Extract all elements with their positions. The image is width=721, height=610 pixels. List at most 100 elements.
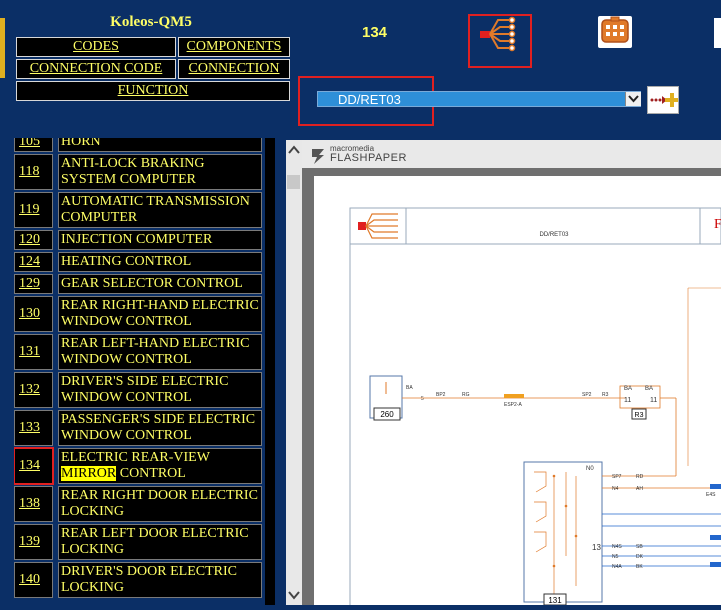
list-item-label-line: REAR LEFT-HAND ELECTRIC [61,336,250,351]
list-item-label-line: LOCKING [61,504,124,519]
list-item-label: DRIVER'S DOOR ELECTRIC LOCKING [58,562,262,598]
connector-r3-label: R3 [635,412,644,419]
list-item-label-line: MIRROR CONTROL [61,466,186,481]
list-item-label: HORN [58,138,262,152]
list-item[interactable]: 132 DRIVER'S SIDE ELECTRIC WINDOW CONTROL [14,372,264,408]
page-code: DD/RET03 [539,232,569,238]
list-item[interactable]: 124 HEATING CONTROL [14,252,264,272]
list-item-label-line: LOCKING [61,580,124,595]
list-item-number-link[interactable]: 119 [14,192,53,228]
svg-text:N4S: N4S [612,544,622,550]
extra-toolbar-button-edge [714,18,721,48]
svg-text:SP2: SP2 [582,392,592,398]
list-item[interactable]: 105 HORN [14,138,264,152]
connection-code-button[interactable]: CONNECTION CODE [16,59,176,79]
list-item-number-link[interactable]: 105 [14,138,53,152]
viewer-scrollbar[interactable] [286,140,303,605]
list-item-label: HEATING CONTROL [58,252,262,272]
svg-text:BK: BK [636,564,643,570]
svg-text:SB: SB [636,544,643,550]
svg-text:RG: RG [462,392,470,398]
scroll-up-icon[interactable] [286,140,302,160]
search-highlight: MIRROR [61,466,117,481]
list-item-label-line: REAR RIGHT-HAND ELECTRIC [61,298,259,313]
list-item-number-link[interactable]: 120 [14,230,53,250]
wiring-diagram: DD/RET03 F 260 BA 5 BP2 RG ESP2-A SP2 R3… [349,207,721,606]
scroll-down-icon[interactable] [286,585,302,605]
list-item[interactable]: 138 REAR RIGHT DOOR ELECTRIC LOCKING [14,486,264,522]
svg-text:N4: N4 [612,486,619,492]
list-item-label: REAR LEFT-HAND ELECTRIC WINDOW CONTROL [58,334,262,370]
list-item[interactable]: 118 ANTI-LOCK BRAKING SYSTEM COMPUTER [14,154,264,190]
list-item-label: GEAR SELECTOR CONTROL [58,274,262,294]
diagram-page-select[interactable]: DD/RET03 [317,91,641,107]
function-button[interactable]: FUNCTION [16,81,290,101]
svg-text:AH: AH [636,486,643,492]
list-item-number-link[interactable]: 133 [14,410,53,446]
svg-text:5: 5 [421,396,424,402]
connection-button[interactable]: CONNECTION [178,59,290,79]
list-item-label: ELECTRIC REAR-VIEW MIRROR CONTROL [58,448,262,484]
list-item-label-line: WINDOW CONTROL [61,352,192,367]
list-item-label-line: DRIVER'S SIDE ELECTRIC [61,374,229,389]
flashpaper-logo: macromedia FLASHPAPER [312,145,407,164]
list-item-label: PASSENGER'S SIDE ELECTRIC WINDOW CONTROL [58,410,262,446]
list-item-number-link[interactable]: 138 [14,486,53,522]
list-item-number-link[interactable]: 118 [14,154,53,190]
svg-text:BA: BA [624,386,632,392]
scroll-thumb[interactable] [287,175,300,189]
list-item[interactable]: 134 ELECTRIC REAR-VIEW MIRROR CONTROL [14,447,264,485]
page-corner-letter: F [714,217,721,232]
list-item-label: REAR RIGHT-HAND ELECTRIC WINDOW CONTROL [58,296,262,332]
component-260-label: 260 [380,410,394,419]
list-item[interactable]: 139 REAR LEFT DOOR ELECTRIC LOCKING [14,524,264,560]
list-item-label-line: WINDOW CONTROL [61,314,192,329]
list-item[interactable]: 140 DRIVER'S DOOR ELECTRIC LOCKING [14,562,264,598]
list-item-label-line: REAR RIGHT DOOR ELECTRIC [61,488,258,503]
list-item-label-line: COMPUTER [61,210,138,225]
connector-icon [601,16,629,43]
svg-text:N0: N0 [586,466,594,472]
svg-text:BA: BA [645,386,653,392]
list-item[interactable]: 130 REAR RIGHT-HAND ELECTRIC WINDOW CONTRO… [14,296,264,332]
list-item-label: DRIVER'S SIDE ELECTRIC WINDOW CONTROL [58,372,262,408]
list-item-label: REAR LEFT DOOR ELECTRIC LOCKING [58,524,262,560]
list-item-label: INJECTION COMPUTER [58,230,262,250]
svg-text:11: 11 [624,397,631,404]
svg-text:BP2: BP2 [436,392,446,398]
list-item-number-link[interactable]: 129 [14,274,53,294]
svg-text:SP7: SP7 [612,474,622,480]
list-item[interactable]: 133 PASSENGER'S SIDE ELECTRIC WINDOW CONTR… [14,410,264,446]
list-item-number-link[interactable]: 132 [14,372,53,408]
wiring-diagram-icon[interactable] [478,16,518,52]
list-item-number-link[interactable]: 140 [14,562,53,598]
list-item-label-line: REAR LEFT DOOR ELECTRIC [61,526,249,541]
list-item-number-link[interactable]: 124 [14,252,53,272]
svg-text:BA: BA [406,385,413,391]
list-item-label-line: ANTI-LOCK BRAKING [61,156,205,171]
list-item-label-line: SYSTEM COMPUTER [61,172,196,187]
flashpaper-icon [312,149,324,164]
codes-button[interactable]: CODES [16,37,176,57]
list-item-number-link[interactable]: 139 [14,524,53,560]
list-item[interactable]: 129 GEAR SELECTOR CONTROL [14,274,264,294]
list-item[interactable]: 120 INJECTION COMPUTER [14,230,264,250]
components-button[interactable]: COMPONENTS [178,37,290,57]
connector-view-button[interactable] [598,16,632,48]
list-item-number-link[interactable]: 131 [14,334,53,370]
list-item[interactable]: 119 AUTOMATIC TRANSMISSION COMPUTER [14,192,264,228]
list-item-label: AUTOMATIC TRANSMISSION COMPUTER [58,192,262,228]
add-to-list-button[interactable] [647,86,679,114]
svg-text:13: 13 [592,543,601,552]
chevron-down-icon[interactable] [625,92,641,106]
list-item-number-link[interactable]: 134 [14,447,54,485]
svg-text:E4S: E4S [706,492,716,498]
list-item[interactable]: 131 REAR LEFT-HAND ELECTRIC WINDOW CONTROL [14,334,264,370]
arrow-plus-icon [650,93,679,107]
document-number: 134 [362,24,388,41]
svg-text:11: 11 [650,397,657,404]
list-scroll-gutter [265,138,275,605]
list-item-number-link[interactable]: 130 [14,296,53,332]
list-item-label-line: DRIVER'S DOOR ELECTRIC [61,564,237,579]
list-item-label-line: HEATING CONTROL [61,254,192,269]
